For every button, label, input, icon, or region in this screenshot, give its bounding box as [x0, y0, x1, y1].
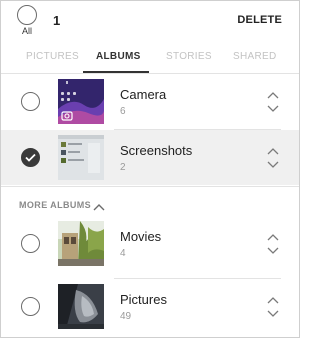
select-all-checkbox[interactable]	[17, 5, 37, 25]
album-checkbox[interactable]	[21, 92, 40, 111]
album-count: 2	[120, 162, 126, 173]
album-row-screenshots[interactable]: Screenshots 2	[1, 130, 299, 185]
section-divider	[1, 186, 299, 187]
more-albums-header[interactable]: MORE ALBUMS	[19, 200, 91, 210]
album-name: Pictures	[120, 292, 167, 307]
album-name: Movies	[120, 229, 162, 244]
album-thumbnail-movies	[58, 221, 104, 266]
album-count: 6	[120, 106, 126, 117]
delete-button[interactable]: DELETE	[237, 14, 282, 26]
tab-shared[interactable]: SHARED	[233, 51, 276, 62]
selection-header: All 1 DELETE	[1, 1, 299, 41]
album-row-camera[interactable]: Camera 6	[1, 74, 299, 129]
reorder-handle-icon[interactable]	[267, 233, 279, 255]
reorder-handle-icon[interactable]	[267, 91, 279, 113]
album-thumbnail-camera	[58, 79, 104, 124]
tab-stories[interactable]: STORIES	[166, 51, 212, 62]
album-checkbox-checked[interactable]	[21, 148, 40, 167]
album-count: 4	[120, 248, 126, 259]
album-thumbnail-screenshots	[58, 135, 104, 180]
select-all-label: All	[21, 26, 32, 36]
tab-albums[interactable]: ALBUMS	[96, 51, 141, 62]
reorder-handle-icon[interactable]	[267, 147, 279, 169]
selected-count: 1	[53, 13, 61, 28]
album-count: 49	[120, 311, 132, 322]
reorder-handle-icon[interactable]	[267, 296, 279, 318]
checkmark-icon	[25, 153, 36, 162]
tab-bar: PICTURES ALBUMS STORIES SHARED	[1, 47, 299, 73]
album-row-movies[interactable]: Movies 4	[1, 216, 299, 271]
album-thumbnail-pictures	[58, 284, 104, 329]
album-row-pictures[interactable]: Pictures 49	[1, 279, 299, 334]
album-checkbox[interactable]	[21, 234, 40, 253]
album-name: Camera	[120, 87, 167, 102]
album-selection-screen: All 1 DELETE PICTURES ALBUMS STORIES SHA…	[0, 0, 300, 338]
tab-pictures[interactable]: PICTURES	[26, 51, 79, 62]
album-checkbox[interactable]	[21, 297, 40, 316]
chevron-up-icon[interactable]	[93, 199, 105, 217]
select-all-control[interactable]: All	[14, 5, 40, 36]
album-name: Screenshots	[120, 143, 193, 158]
